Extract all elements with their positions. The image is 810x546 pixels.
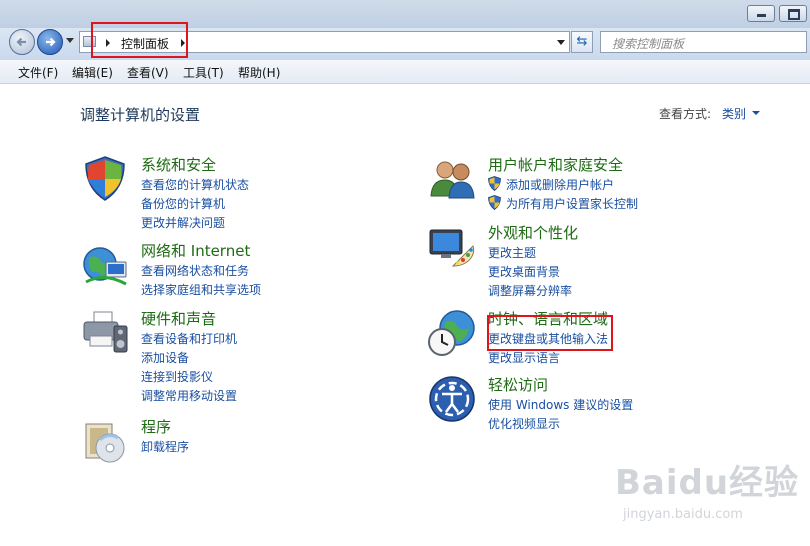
back-button[interactable] — [9, 29, 35, 55]
category-title[interactable]: 外观和个性化 — [488, 222, 578, 243]
link-view-computer-status[interactable]: 查看您的计算机状态 — [141, 176, 249, 193]
refresh-icon: ⇆ — [576, 34, 588, 49]
category-system-security: 系统和安全 查看您的计算机状态 备份您的计算机 更改并解决问题 — [80, 154, 340, 230]
view-by-label: 查看方式: — [659, 107, 712, 121]
category-title[interactable]: 程序 — [141, 416, 171, 437]
category-ease-of-access: 轻松访问 使用 Windows 建议的设置 优化视频显示 — [427, 374, 687, 434]
highlight-box-keyboard-link — [487, 315, 613, 351]
menu-edit[interactable]: 编辑(E) — [72, 64, 113, 81]
monitor-palette-icon — [429, 229, 475, 267]
forward-button[interactable] — [37, 29, 63, 55]
users-icon — [430, 161, 475, 199]
link-change-display-language[interactable]: 更改显示语言 — [488, 349, 560, 366]
link-change-theme[interactable]: 更改主题 — [488, 244, 536, 261]
category-title[interactable]: 系统和安全 — [141, 154, 216, 175]
back-arrow-icon — [16, 37, 26, 47]
link-mobility-settings[interactable]: 调整常用移动设置 — [141, 387, 237, 404]
category-title[interactable]: 用户帐户和家庭安全 — [488, 154, 623, 175]
link-parental-controls[interactable]: 为所有用户设置家长控制 — [506, 195, 638, 212]
link-uninstall-program[interactable]: 卸载程序 — [141, 438, 189, 455]
menu-view[interactable]: 查看(V) — [127, 64, 169, 81]
watermark-url: jingyan.baidu.com — [623, 507, 743, 522]
category-network-internet: 网络和 Internet 查看网络状态和任务 选择家庭组和共享选项 — [80, 240, 340, 300]
watermark-brand: Baidu经验 — [615, 463, 800, 503]
chevron-down-icon[interactable] — [752, 111, 760, 115]
programs-disc-icon — [85, 423, 125, 463]
ease-of-access-icon — [429, 376, 475, 422]
printer-speaker-icon — [83, 311, 128, 353]
uac-shield-icon — [488, 195, 501, 210]
link-connect-projector[interactable]: 连接到投影仪 — [141, 368, 213, 385]
minimize-button[interactable] — [747, 5, 775, 22]
maximize-button[interactable] — [779, 5, 807, 22]
menu-tools[interactable]: 工具(T) — [183, 64, 224, 81]
highlight-box-address — [91, 22, 188, 58]
link-add-device[interactable]: 添加设备 — [141, 349, 189, 366]
link-backup-computer[interactable]: 备份您的计算机 — [141, 195, 225, 212]
menu-file[interactable]: 文件(F) — [18, 64, 58, 81]
refresh-button[interactable]: ⇆ — [571, 31, 593, 53]
maximize-icon — [788, 9, 800, 20]
link-network-status-tasks[interactable]: 查看网络状态和任务 — [141, 262, 249, 279]
search-input[interactable]: 搜索控制面板 — [600, 31, 807, 53]
category-programs: 程序 卸载程序 — [80, 416, 340, 466]
link-add-remove-accounts[interactable]: 添加或删除用户帐户 — [506, 176, 614, 193]
link-homegroup-sharing[interactable]: 选择家庭组和共享选项 — [141, 281, 261, 298]
category-user-accounts: 用户帐户和家庭安全 添加或删除用户帐户 为所有用户设置家长控制 — [427, 154, 687, 214]
category-hardware-sound: 硬件和声音 查看设备和打印机 添加设备 连接到投影仪 调整常用移动设置 — [80, 308, 340, 408]
link-screen-resolution[interactable]: 调整屏幕分辨率 — [488, 282, 572, 299]
category-appearance: 外观和个性化 更改主题 更改桌面背景 调整屏幕分辨率 — [427, 222, 687, 298]
address-dropdown-icon[interactable] — [557, 40, 565, 45]
menu-bar: 文件(F) 编辑(E) 查看(V) 工具(T) 帮助(H) — [0, 60, 810, 84]
view-by-dropdown[interactable]: 类别 — [722, 105, 746, 122]
network-globe-icon — [83, 247, 127, 286]
menu-help[interactable]: 帮助(H) — [238, 64, 280, 81]
link-desktop-background[interactable]: 更改桌面背景 — [488, 263, 560, 280]
recent-pages-dropdown[interactable] — [66, 38, 74, 43]
minimize-icon — [757, 14, 766, 17]
category-title[interactable]: 网络和 Internet — [141, 240, 250, 261]
forward-arrow-icon — [46, 37, 56, 47]
link-find-fix-problems[interactable]: 更改并解决问题 — [141, 214, 225, 231]
link-optimize-video-display[interactable]: 优化视频显示 — [488, 415, 560, 432]
category-title[interactable]: 轻松访问 — [488, 374, 548, 395]
link-devices-printers[interactable]: 查看设备和打印机 — [141, 330, 237, 347]
shield-icon — [85, 156, 125, 201]
link-windows-recommended-settings[interactable]: 使用 Windows 建议的设置 — [488, 396, 633, 413]
uac-shield-icon — [488, 176, 501, 191]
category-title[interactable]: 硬件和声音 — [141, 308, 216, 329]
baidu-watermark: Baidu经验 jingyan.baidu.com — [615, 455, 805, 535]
page-title: 调整计算机的设置 — [80, 106, 201, 124]
clock-globe-icon — [428, 310, 475, 356]
